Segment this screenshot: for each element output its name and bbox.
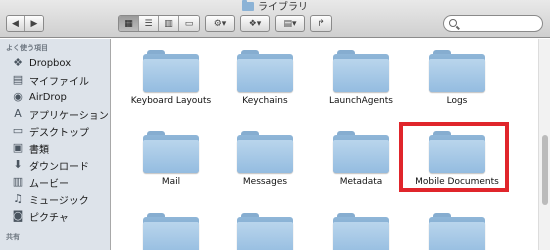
sidebar-item-label: アプリケーション [29,110,109,122]
sidebar-item-movies[interactable]: ▥ ムービー [12,174,69,190]
folder-icon[interactable] [237,211,293,250]
folder-icon[interactable] [237,129,293,173]
window-title: ライブラリ [0,0,550,14]
folder-label: Keychains [242,96,288,106]
arrange-button[interactable]: ▤▾ [275,15,305,32]
sidebar-item-label: マイファイル [29,76,89,88]
folder-label: LaunchAgents [329,96,393,106]
sidebar-item-label: AirDrop [29,91,67,103]
finder-window: ライブラリ ◀ ▶ ▦ ☰ ▥ ▭ ⚙▾ ❖▾ ▤▾ ↱ よく使う項目 ❖ Dro… [0,0,550,250]
list-icon: ☰ [144,18,153,29]
arrange-icon: ▤▾ [283,18,297,29]
share-button[interactable]: ↱ [310,15,332,32]
share-icon: ↱ [317,18,325,29]
download-icon: ⬇ [13,158,23,171]
icon-view-button[interactable]: ▦ [119,16,139,31]
folder-icon [242,0,254,11]
sidebar-heading-favorites: よく使う項目 [6,44,48,52]
dropbox-icon: ❖▾ [248,18,262,29]
folder-icon[interactable] [143,211,199,250]
sidebar-item-label: 書類 [29,144,49,156]
pictures-icon: ◙ [12,209,24,222]
sidebar-item-label: ムービー [29,178,69,190]
action-button[interactable]: ⚙▾ [205,15,235,32]
music-icon: ♫ [13,192,23,205]
folder-icon[interactable] [143,48,199,92]
folder-label: Metadata [339,177,383,187]
applications-icon: A [14,107,22,120]
folder-icon[interactable] [429,48,485,92]
files-icon: ▤ [12,73,24,86]
view-switcher: ▦ ☰ ▥ ▭ [118,15,200,32]
sidebar-item-documents[interactable]: ▣ 書類 [12,140,49,156]
nav-buttons: ◀ ▶ [6,15,44,32]
desktop-icon: ▭ [12,124,24,137]
folder-icon[interactable] [237,48,293,92]
forward-arrow-icon: ▶ [30,18,38,29]
coverflow-icon: ▭ [184,18,194,29]
search-icon [449,19,457,27]
folder-label: Keyboard Layouts [130,96,212,106]
sidebar-item-pictures[interactable]: ◙ ピクチャ [12,208,69,224]
sidebar-item-downloads[interactable]: ⬇ ダウンロード [12,157,89,173]
scrollbar-thumb[interactable] [542,135,548,205]
coverflow-view-button[interactable]: ▭ [179,16,199,31]
sidebar-item-desktop[interactable]: ▭ デスクトップ [12,123,89,139]
grid-icon: ▦ [124,18,133,29]
movies-icon: ▥ [12,175,24,188]
folder-icon[interactable] [333,211,389,250]
window-title-text: ライブラリ [258,2,308,13]
sidebar-item-airdrop[interactable]: ◉ AirDrop [12,89,67,105]
folder-icon[interactable] [143,129,199,173]
documents-icon: ▣ [12,141,24,154]
airdrop-icon: ◉ [13,90,23,103]
folder-label: Messages [242,177,288,187]
dropbox-button[interactable]: ❖▾ [240,15,270,32]
sidebar-item-label: デスクトップ [29,127,89,139]
folder-icon[interactable] [333,48,389,92]
sidebar-item-dropbox[interactable]: ❖ Dropbox [12,55,71,71]
folder-label: Logs [446,96,468,106]
search-input[interactable] [443,15,543,32]
sidebar-item-applications[interactable]: A アプリケーション [12,106,109,122]
list-view-button[interactable]: ☰ [139,16,159,31]
sidebar-heading-shared: 共有 [6,233,20,241]
gear-icon: ⚙▾ [213,18,227,29]
highlight-box [399,122,509,192]
sidebar-item-music[interactable]: ♫ ミュージック [12,191,89,207]
back-arrow-icon: ◀ [12,18,19,29]
sidebar-item-label: Dropbox [29,57,72,69]
sidebar-item-label: ダウンロード [29,161,89,173]
sidebar-item-myfiles[interactable]: ▤ マイファイル [12,72,89,88]
vertical-scrollbar[interactable] [538,39,550,250]
toolbar: ライブラリ ◀ ▶ ▦ ☰ ▥ ▭ ⚙▾ ❖▾ ▤▾ ↱ [0,0,550,38]
sidebar: よく使う項目 ❖ Dropbox ▤ マイファイル ◉ AirDrop A アプリケーシ… [0,39,111,250]
folder-label: Mail [161,177,181,187]
back-button[interactable]: ◀ [7,16,25,31]
sidebar-item-label: ミュージック [29,195,89,207]
columns-icon: ▥ [164,18,173,29]
sidebar-item-label: ピクチャ [29,212,69,224]
forward-button[interactable]: ▶ [25,16,43,31]
column-view-button[interactable]: ▥ [159,16,179,31]
folder-icon[interactable] [333,129,389,173]
folder-icon[interactable] [429,211,485,250]
dropbox-icon: ❖ [13,56,23,69]
